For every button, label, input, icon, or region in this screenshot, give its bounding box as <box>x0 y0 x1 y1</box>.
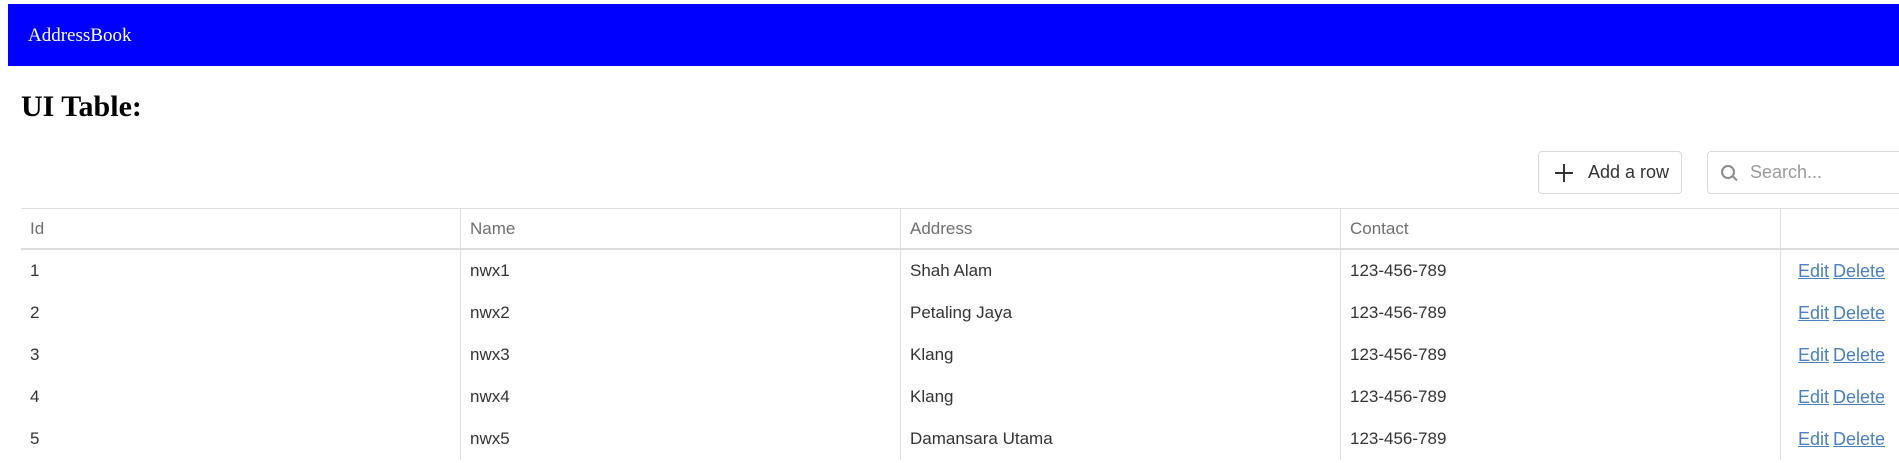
table-body: 1 nwx1 Shah Alam 123-456-789 Edit Delete… <box>21 250 1899 460</box>
plus-icon <box>1554 163 1574 183</box>
cell-address: Petaling Jaya <box>901 292 1341 334</box>
cell-contact: 123-456-789 <box>1341 292 1781 334</box>
cell-id: 4 <box>21 376 461 418</box>
cell-name: nwx5 <box>461 418 901 460</box>
page-title: UI Table: <box>21 90 142 123</box>
cell-actions: Edit Delete <box>1781 334 1899 376</box>
edit-link[interactable]: Edit <box>1798 303 1829 324</box>
column-header-name[interactable]: Name <box>461 209 901 248</box>
edit-link[interactable]: Edit <box>1798 387 1829 408</box>
column-header-actions <box>1781 209 1899 248</box>
column-header-id[interactable]: Id <box>21 209 461 248</box>
cell-address: Klang <box>901 334 1341 376</box>
table-row[interactable]: 2 nwx2 Petaling Jaya 123-456-789 Edit De… <box>21 292 1899 334</box>
search-input[interactable] <box>1750 162 1899 183</box>
table-row[interactable]: 3 nwx3 Klang 123-456-789 Edit Delete <box>21 334 1899 376</box>
cell-address: Shah Alam <box>901 250 1341 292</box>
cell-address: Klang <box>901 376 1341 418</box>
cell-name: nwx1 <box>461 250 901 292</box>
cell-name: nwx2 <box>461 292 901 334</box>
cell-id: 3 <box>21 334 461 376</box>
brand-logo-text[interactable]: AddressBook <box>28 25 131 47</box>
cell-id: 2 <box>21 292 461 334</box>
cell-name: nwx4 <box>461 376 901 418</box>
add-row-label: Add a row <box>1588 162 1670 182</box>
cell-id: 1 <box>21 250 461 292</box>
edit-link[interactable]: Edit <box>1798 345 1829 366</box>
cell-contact: 123-456-789 <box>1341 250 1781 292</box>
table-row[interactable]: 4 nwx4 Klang 123-456-789 Edit Delete <box>21 376 1899 418</box>
table-header: Id Name Address Contact <box>21 208 1899 250</box>
cell-actions: Edit Delete <box>1781 250 1899 292</box>
cell-actions: Edit Delete <box>1781 376 1899 418</box>
cell-contact: 123-456-789 <box>1341 376 1781 418</box>
cell-name: nwx3 <box>461 334 901 376</box>
cell-actions: Edit Delete <box>1781 292 1899 334</box>
add-row-button[interactable]: Add a row <box>1538 151 1682 194</box>
cell-address: Damansara Utama <box>901 418 1341 460</box>
column-header-contact[interactable]: Contact <box>1341 209 1781 248</box>
data-table: Id Name Address Contact 1 nwx1 Shah Alam… <box>21 208 1899 460</box>
cell-actions: Edit Delete <box>1781 418 1899 460</box>
table-row[interactable]: 5 nwx5 Damansara Utama 123-456-789 Edit … <box>21 418 1899 460</box>
table-row[interactable]: 1 nwx1 Shah Alam 123-456-789 Edit Delete <box>21 250 1899 292</box>
search-icon <box>1720 164 1738 182</box>
cell-contact: 123-456-789 <box>1341 418 1781 460</box>
cell-contact: 123-456-789 <box>1341 334 1781 376</box>
column-header-address[interactable]: Address <box>901 209 1341 248</box>
navbar: AddressBook <box>8 4 1899 66</box>
search-box[interactable] <box>1707 151 1899 194</box>
cell-id: 5 <box>21 418 461 460</box>
delete-link[interactable]: Delete <box>1833 345 1885 366</box>
delete-link[interactable]: Delete <box>1833 429 1885 450</box>
edit-link[interactable]: Edit <box>1798 261 1829 282</box>
delete-link[interactable]: Delete <box>1833 387 1885 408</box>
delete-link[interactable]: Delete <box>1833 303 1885 324</box>
edit-link[interactable]: Edit <box>1798 429 1829 450</box>
delete-link[interactable]: Delete <box>1833 261 1885 282</box>
